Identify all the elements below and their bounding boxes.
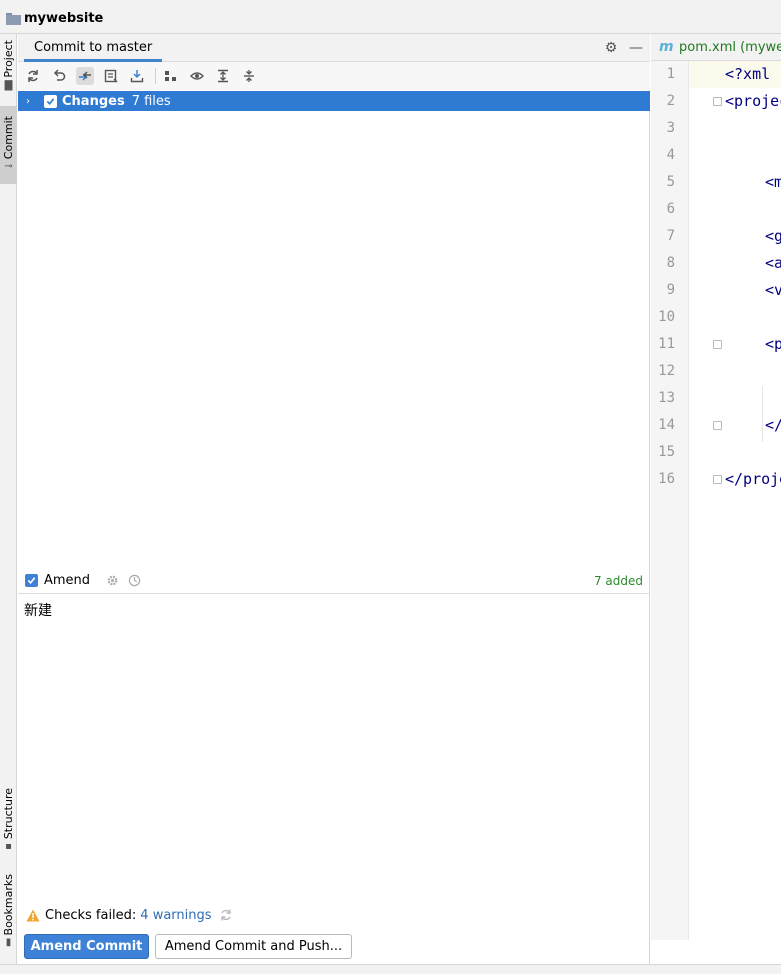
fold-marker-icon[interactable] [713, 340, 722, 349]
code-line: <v [765, 281, 781, 299]
tab-pom-xml[interactable]: pom.xml (mywebsite) [679, 40, 781, 55]
line-number: 10 [658, 309, 675, 325]
shelve-icon[interactable] [128, 67, 146, 85]
minimize-icon[interactable]: — [628, 40, 644, 56]
bookmarks-tool-tab[interactable]: Bookmarks ▮ [0, 874, 17, 958]
commit-toolbar [18, 62, 650, 90]
code-line: <m [765, 173, 781, 191]
line-number: 4 [666, 147, 675, 163]
structure-tool-tab-label: Structure [1, 788, 15, 840]
structure-icon: ▪ [5, 841, 12, 853]
project-name: mywebsite [24, 11, 104, 26]
line-number: 1 [666, 66, 675, 82]
checkmark-icon [27, 577, 36, 584]
project-folder-icon [6, 13, 21, 25]
changes-count: 7 files [131, 93, 171, 109]
editor-tab-bar: m pom.xml (mywebsite) [651, 34, 781, 61]
structure-tool-tab[interactable]: Structure ▪ [0, 788, 17, 858]
checkmark-icon [46, 97, 55, 105]
amend-label: Amend [44, 573, 91, 588]
line-number: 6 [666, 201, 675, 217]
tab-commit-to-master[interactable]: Commit to master [24, 34, 163, 62]
fold-marker-icon[interactable] [713, 475, 722, 484]
commit-icon: ⊸ [4, 161, 13, 173]
code-line: <?xml [725, 65, 771, 83]
amend-commit-button[interactable]: Amend Commit [24, 934, 149, 959]
line-number: 14 [658, 417, 675, 433]
amend-row: Amend 7 added [18, 568, 650, 594]
added-count: 7 added [593, 573, 643, 588]
project-tool-tab[interactable]: Project ▇ [0, 40, 17, 100]
bookmark-icon: ▮ [5, 937, 12, 949]
line-number: 11 [658, 336, 675, 352]
toolbar-separator [155, 68, 156, 84]
group-by-icon[interactable] [162, 67, 180, 85]
maven-file-icon: m [659, 39, 674, 55]
commit-message-input[interactable]: 新建 [18, 594, 650, 899]
rollback-icon[interactable] [50, 67, 68, 85]
fold-marker-icon[interactable] [713, 97, 722, 106]
gear-icon[interactable]: ⚙ [603, 40, 619, 56]
code-line: <p [765, 335, 781, 353]
changes-label: Changes [62, 93, 125, 109]
commit-tool-tab-label: Commit [1, 116, 15, 160]
commit-tool-tab[interactable]: Commit ⊸ [0, 106, 17, 184]
line-number: 5 [666, 174, 675, 190]
collapse-all-icon[interactable] [240, 67, 258, 85]
changes-tree-row[interactable]: › Changes 7 files [18, 91, 650, 111]
indent-guide [762, 386, 763, 442]
line-number: 8 [666, 255, 675, 271]
history-clock-icon[interactable] [126, 573, 142, 589]
show-diff-icon[interactable] [76, 67, 94, 85]
code-line: <project [725, 92, 781, 110]
checks-failed-label: Checks failed: [45, 907, 137, 923]
commit-panel-header: Commit to master ⚙ — [18, 34, 650, 62]
warning-icon [26, 909, 40, 921]
bookmarks-tool-tab-label: Bookmarks [1, 874, 15, 936]
title-bar: mywebsite [0, 0, 781, 34]
code-line: </project [725, 470, 781, 488]
line-number: 7 [666, 228, 675, 244]
line-number: 16 [658, 471, 675, 487]
status-bar [0, 964, 781, 974]
changes-checkbox[interactable] [44, 94, 57, 108]
fold-marker-icon[interactable] [713, 421, 722, 430]
code-line: </ [765, 416, 781, 434]
expand-all-icon[interactable] [214, 67, 232, 85]
left-tool-strip: Project ▇ Commit ⊸ Structure ▪ Bookmarks… [0, 34, 17, 964]
warnings-link[interactable]: 4 warnings [140, 908, 211, 923]
line-number: 12 [658, 363, 675, 379]
line-number: 3 [666, 120, 675, 136]
line-number: 9 [666, 282, 675, 298]
commit-options-gear-icon[interactable] [104, 573, 120, 589]
line-number: 13 [658, 390, 675, 406]
refresh-icon[interactable] [24, 67, 42, 85]
code-line: <g [765, 227, 781, 245]
line-number: 2 [666, 93, 675, 109]
amend-checkbox[interactable] [25, 574, 38, 587]
rerun-checks-icon[interactable] [219, 908, 233, 922]
checks-status: Checks failed: 4 warnings [26, 906, 233, 924]
project-tool-tab-label: Project [1, 40, 15, 78]
code-line: <a [765, 254, 781, 272]
changelist-icon[interactable] [102, 67, 120, 85]
editor-pane: m pom.xml (mywebsite) 1 <?xml 2 <project 3 4 5… [651, 34, 781, 940]
chevron-right-icon[interactable]: › [26, 96, 38, 107]
eye-icon[interactable] [188, 67, 206, 85]
folder-icon: ▇ [4, 79, 13, 91]
commit-panel: Commit to master ⚙ — › Changes 7 files A… [18, 34, 650, 964]
line-number: 15 [658, 444, 675, 460]
amend-commit-and-push-button[interactable]: Amend Commit and Push... [155, 934, 352, 959]
